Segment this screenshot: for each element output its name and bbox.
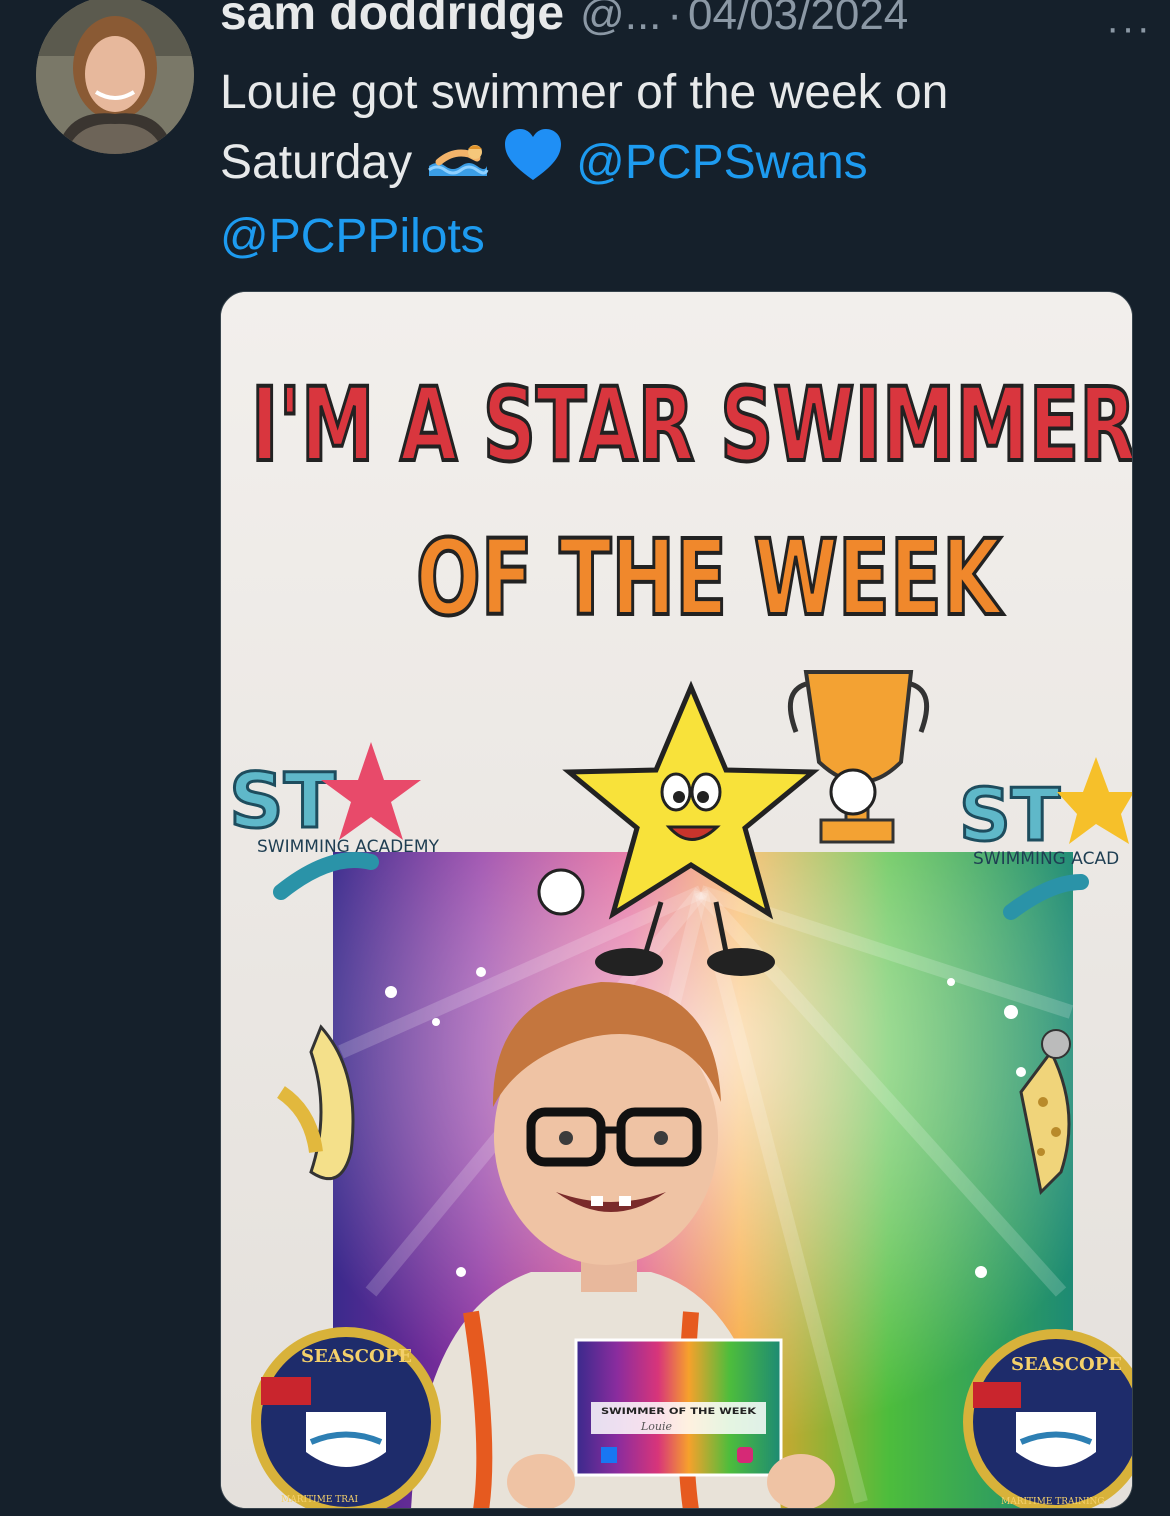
- seascope-badge-left: SEASCOPE MARITIME TRAI: [251, 1327, 441, 1508]
- svg-text:ST: ST: [229, 756, 336, 845]
- author-handle[interactable]: @...: [580, 0, 661, 40]
- blue-heart-icon: [503, 128, 563, 202]
- tweet-date[interactable]: 04/03/2024: [688, 0, 908, 40]
- svg-text:MARITIME TRAI: MARITIME TRAI: [281, 1495, 359, 1505]
- author-name[interactable]: sam doddridge: [220, 0, 564, 41]
- svg-text:SEASCOPE: SEASCOPE: [1011, 1354, 1122, 1375]
- svg-text:Louie: Louie: [640, 1420, 673, 1433]
- mention-pcpswans[interactable]: @PCPSwans: [576, 136, 868, 189]
- separator-dot: ·: [667, 0, 683, 39]
- tweet-header: sam doddridge @... · 04/03/2024: [220, 0, 1140, 50]
- seascope-badge-right: SEASCOPE MARITIME TRAINING: [963, 1329, 1132, 1508]
- svg-text:SWIMMER OF THE WEEK: SWIMMER OF THE WEEK: [601, 1407, 757, 1417]
- banner-line1: I'M A STAR SWIMMER: [251, 366, 1133, 485]
- tweet-text: Louie got swimmer of the week on Saturda…: [220, 58, 1120, 272]
- svg-text:MARITIME TRAINING: MARITIME TRAINING: [1001, 1497, 1105, 1507]
- svg-text:SWIMMING ACAD: SWIMMING ACAD: [973, 849, 1119, 869]
- swimmer-emoji-icon: [425, 130, 489, 200]
- svg-text:SEASCOPE: SEASCOPE: [301, 1346, 412, 1367]
- svg-text:ST: ST: [959, 773, 1060, 857]
- mention-pcppilots[interactable]: @PCPPilots: [220, 210, 485, 263]
- more-options-icon[interactable]: ···: [1106, 6, 1152, 51]
- tweet: sam doddridge @... · 04/03/2024 ··· Loui…: [0, 0, 1170, 1516]
- tweet-photo[interactable]: I'M A STAR SWIMMER OF THE WEEK ST SWIMMI…: [220, 291, 1133, 1509]
- banner-line2: OF THE WEEK: [416, 517, 1003, 639]
- avatar[interactable]: [36, 0, 194, 154]
